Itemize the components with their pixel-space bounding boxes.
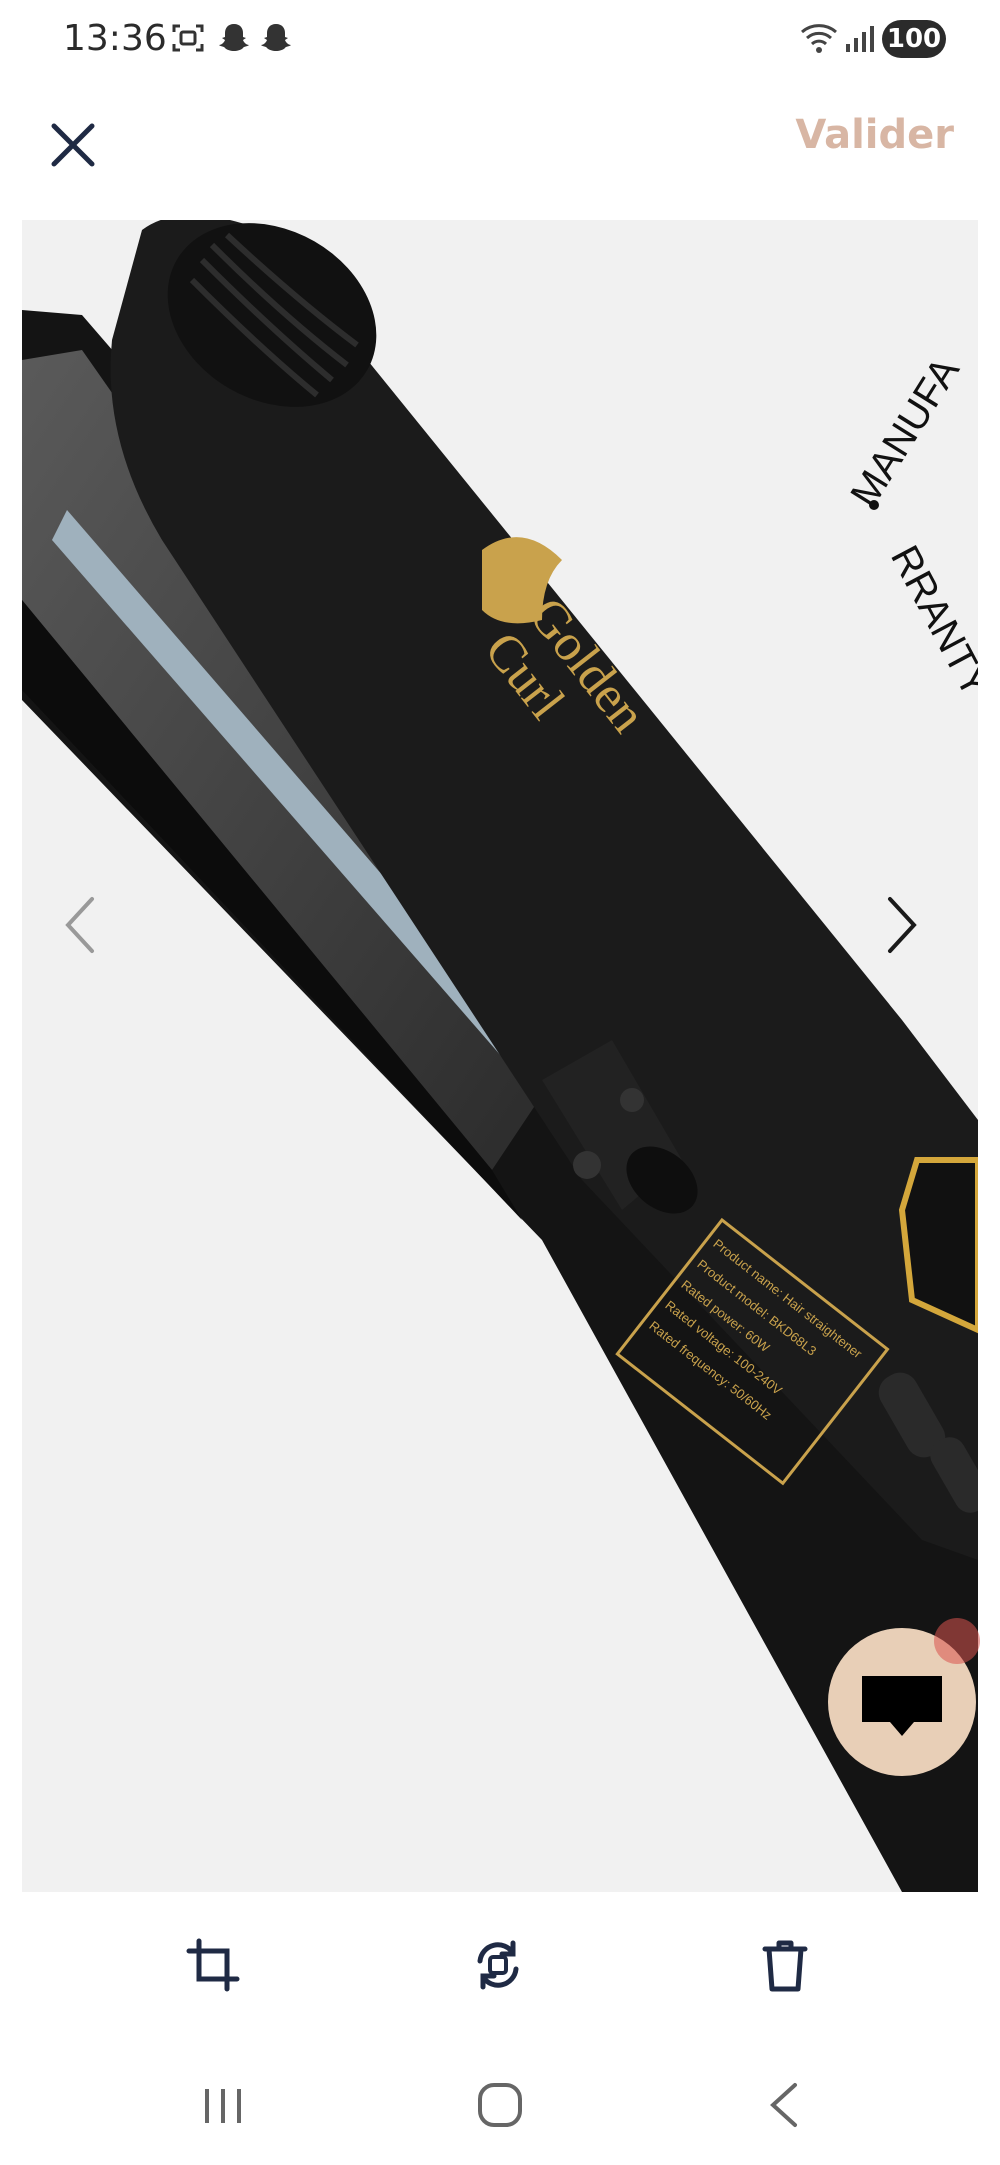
status-time: 13:36 (63, 18, 167, 59)
battery-indicator: 100 (882, 20, 946, 58)
delete-icon[interactable] (755, 1935, 815, 1995)
recent-apps-icon[interactable] (193, 2075, 253, 2135)
snapchat-icon (261, 24, 291, 51)
stamp-text-1: MANUFA (842, 350, 968, 515)
validate-button[interactable]: Valider (795, 112, 954, 158)
close-icon[interactable] (48, 120, 98, 170)
home-icon[interactable] (470, 2075, 530, 2135)
status-bar: 13:36 100 (0, 0, 1000, 85)
next-image-arrow[interactable] (872, 885, 932, 965)
screenshot-icon (172, 24, 204, 52)
crop-icon[interactable] (183, 1935, 243, 1995)
wifi-icon (801, 24, 837, 53)
snapchat-icon (219, 24, 249, 51)
rotate-icon[interactable] (468, 1935, 528, 1995)
signal-icon (846, 26, 874, 52)
previous-image-arrow[interactable] (50, 885, 110, 965)
chat-notification-badge (934, 1618, 980, 1664)
stamp-text-2: RRANTY (882, 539, 978, 705)
back-icon[interactable] (755, 2075, 815, 2135)
